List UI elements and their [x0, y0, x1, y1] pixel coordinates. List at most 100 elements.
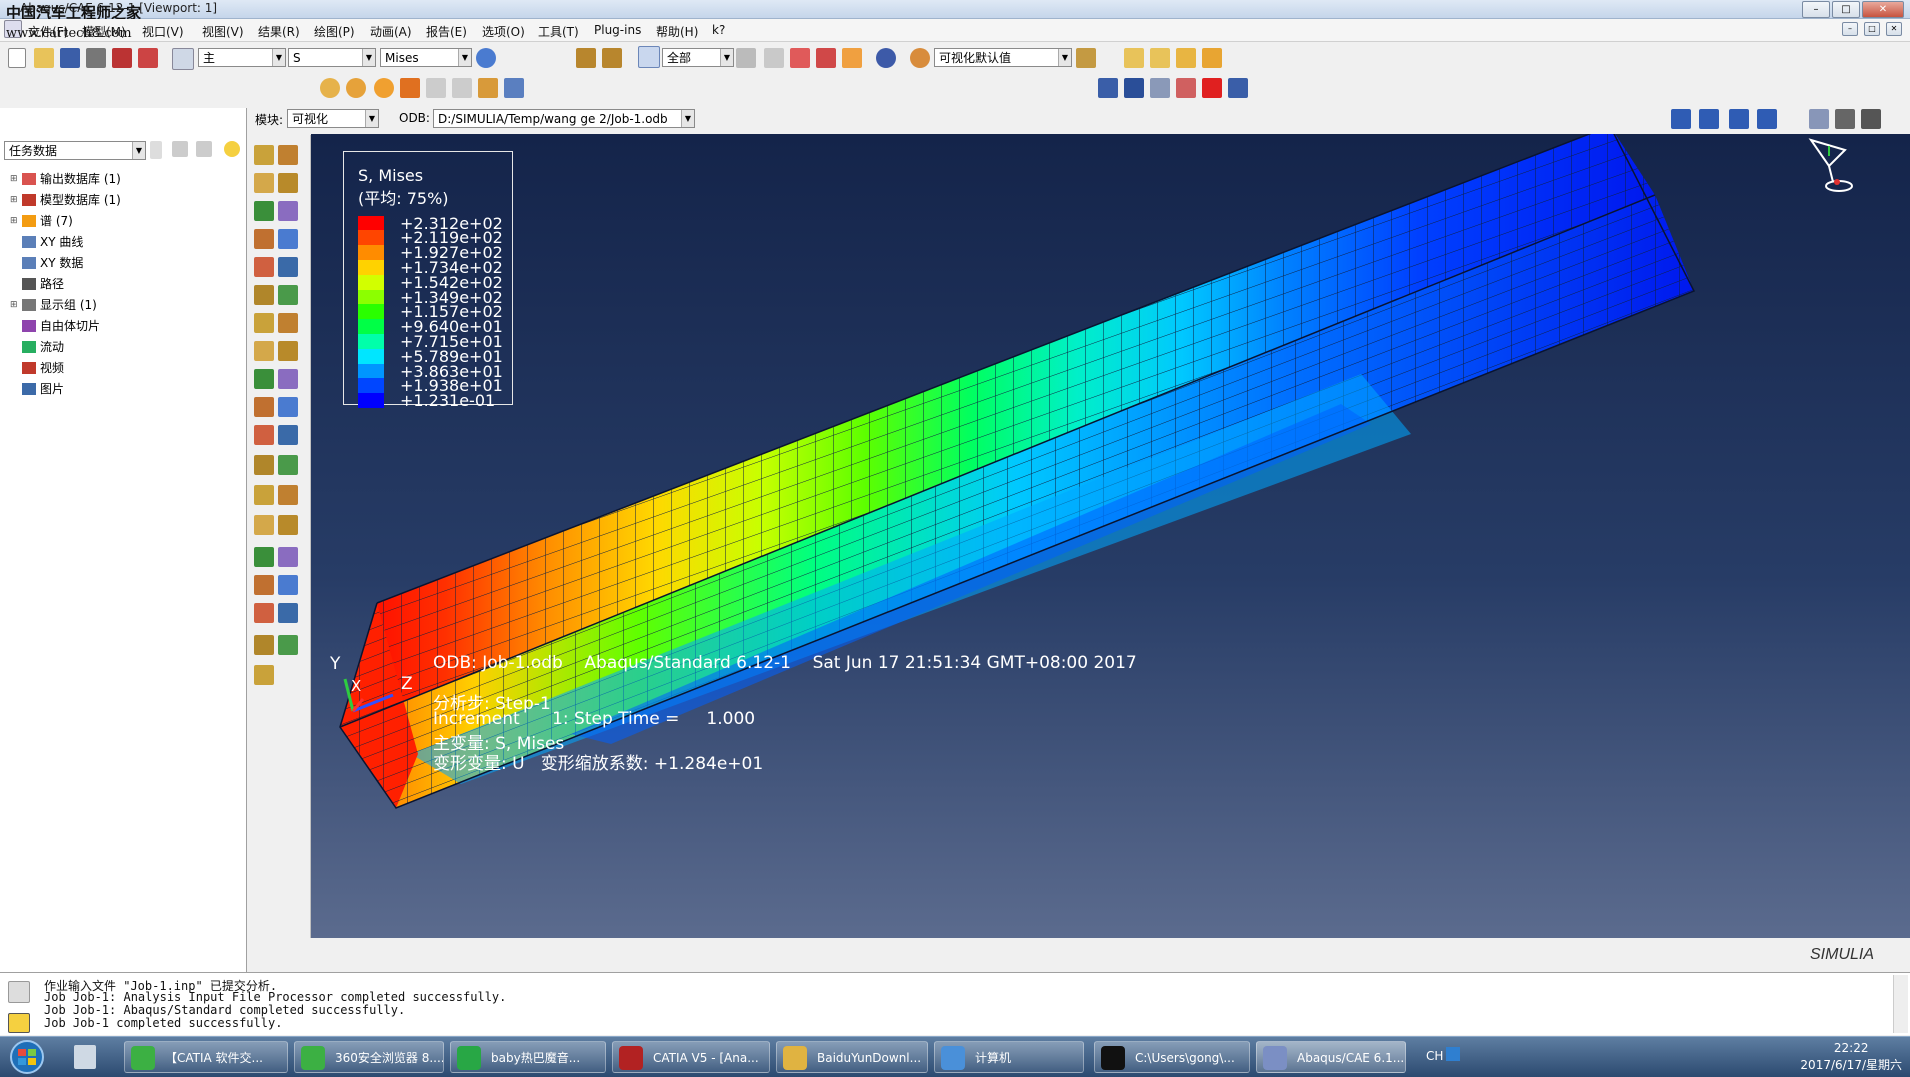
selection-combo[interactable]: 全部 ▼: [662, 48, 734, 67]
menu-results[interactable]: 结果(R): [258, 23, 300, 40]
view-manager-icon[interactable]: [478, 78, 498, 98]
toolbox-tool-icon[interactable]: [278, 635, 298, 655]
menu-help[interactable]: 帮助(H): [656, 23, 698, 40]
copy-viewport-icon[interactable]: [1809, 109, 1829, 129]
toolbox-tool-icon[interactable]: [278, 455, 298, 475]
toolbox-tool-icon[interactable]: [254, 369, 274, 389]
view-right-icon[interactable]: [1202, 48, 1222, 68]
python-console-icon[interactable]: [8, 1013, 30, 1033]
toolbox-tool-icon[interactable]: [254, 397, 274, 417]
toolbox-tool-icon[interactable]: [278, 485, 298, 505]
toolbox-tool-icon[interactable]: [278, 341, 298, 361]
tree-item[interactable]: ⊞ 输出数据库 (1): [10, 170, 121, 188]
toolbox-tool-icon[interactable]: [278, 515, 298, 535]
toolbox-tool-icon[interactable]: [254, 547, 274, 567]
close-button[interactable]: ✕: [1862, 1, 1904, 18]
tree-highlight-icon[interactable]: [224, 141, 240, 157]
first-frame-icon[interactable]: [1671, 109, 1691, 129]
taskbar-task-button[interactable]: Abaqus/CAE 6.1...: [1256, 1041, 1406, 1073]
undo-icon[interactable]: [426, 78, 446, 98]
ruler-icon[interactable]: [576, 48, 596, 68]
view-top-icon[interactable]: [1176, 48, 1196, 68]
mdi-restore-button[interactable]: □: [1864, 22, 1880, 36]
toolbox-tool-icon[interactable]: [278, 201, 298, 221]
last-frame-icon[interactable]: [1757, 109, 1777, 129]
view-front-icon[interactable]: [1150, 48, 1170, 68]
tree-item[interactable]: 自由体切片: [10, 317, 100, 335]
module-combo[interactable]: 可视化 ▼: [287, 109, 379, 128]
fit-view-icon[interactable]: [1202, 78, 1222, 98]
field-output-icon[interactable]: [172, 48, 194, 70]
toolbox-tool-icon[interactable]: [254, 173, 274, 193]
taskbar-task-button[interactable]: 计算机: [934, 1041, 1084, 1073]
menu-plot[interactable]: 绘图(P): [314, 23, 355, 40]
tree-folder-icon[interactable]: [172, 141, 188, 157]
message-tab-icon[interactable]: [8, 981, 30, 1003]
drag-select-icon[interactable]: [816, 48, 836, 68]
toolbox-tool-icon[interactable]: [278, 369, 298, 389]
calculator-icon[interactable]: [74, 1045, 96, 1069]
maximize-button[interactable]: □: [1832, 1, 1860, 18]
multi-select-icon[interactable]: [764, 48, 784, 68]
step-combo[interactable]: 主 ▼: [198, 48, 286, 67]
view-iso-icon[interactable]: [1124, 48, 1144, 68]
toolbox-tool-icon[interactable]: [254, 201, 274, 221]
menu-view[interactable]: 视图(V): [202, 23, 244, 40]
previous-frame-icon[interactable]: [1699, 109, 1719, 129]
toolbox-tool-icon[interactable]: [278, 575, 298, 595]
probe-icon[interactable]: [842, 48, 862, 68]
toolbox-tool-icon[interactable]: [278, 397, 298, 417]
render-options-icon[interactable]: [1076, 48, 1096, 68]
taskbar-task-button[interactable]: baby热巴魔音...: [450, 1041, 606, 1073]
ruler-alt-icon[interactable]: [602, 48, 622, 68]
toolbox-tool-icon[interactable]: [278, 257, 298, 277]
taskbar-task-button[interactable]: 【CATIA 软件交...: [124, 1041, 288, 1073]
tree-item[interactable]: XY 数据: [10, 254, 83, 272]
overlay-icon[interactable]: [320, 78, 340, 98]
field-combo[interactable]: S ▼: [288, 48, 376, 67]
toolbox-tool-icon[interactable]: [278, 547, 298, 567]
clock[interactable]: 22:22 2017/6/17/星期六: [1800, 1040, 1902, 1074]
menu-tools[interactable]: 工具(T): [538, 23, 579, 40]
toolbox-tool-icon[interactable]: [254, 229, 274, 249]
database-save-icon[interactable]: [138, 48, 158, 68]
odb-combo[interactable]: D:/SIMULIA/Temp/wang ge 2/Job-1.odb ▼: [433, 109, 695, 128]
redo-icon[interactable]: [452, 78, 472, 98]
camera-icon[interactable]: [1835, 109, 1855, 129]
toolbox-tool-icon[interactable]: [254, 341, 274, 361]
tree-expand-toggle[interactable]: ⊞: [10, 170, 18, 188]
toolbox-tool-icon[interactable]: [278, 425, 298, 445]
tree-item[interactable]: 图片: [10, 380, 64, 398]
tree-item[interactable]: 路径: [10, 275, 64, 293]
new-file-icon[interactable]: [8, 48, 26, 68]
tree-filter-combo[interactable]: 任务数据 ▼: [4, 141, 146, 160]
minimize-button[interactable]: –: [1802, 1, 1830, 18]
rotate-icon[interactable]: [1124, 78, 1144, 98]
toolbox-tool-icon[interactable]: [254, 665, 274, 685]
toolbox-tool-icon[interactable]: [254, 455, 274, 475]
menu-options[interactable]: 选项(O): [482, 23, 525, 40]
palette-icon[interactable]: [910, 48, 930, 68]
toolbox-tool-icon[interactable]: [254, 485, 274, 505]
toolbox-tool-icon[interactable]: [254, 515, 274, 535]
menu-animate[interactable]: 动画(A): [370, 23, 412, 40]
taskbar-task-button[interactable]: CATIA V5 - [Ana...: [612, 1041, 770, 1073]
tree-item[interactable]: 流动: [10, 338, 64, 356]
menu-context-help[interactable]: k?: [712, 23, 725, 37]
layout-icon[interactable]: [504, 78, 524, 98]
rect-select-icon[interactable]: [790, 48, 810, 68]
tree-item[interactable]: ⊞ 显示组 (1): [10, 296, 97, 314]
toolbox-tool-icon[interactable]: [254, 313, 274, 333]
input-method-icon[interactable]: [1446, 1047, 1460, 1061]
viewport[interactable]: S, Mises (平均: 75%) +2.312e+02 +2.119e+02 +…: [311, 134, 1910, 938]
render-style-combo[interactable]: 可视化默认值 ▼: [934, 48, 1072, 67]
database-red-icon[interactable]: [112, 48, 132, 68]
tree-item[interactable]: 视频: [10, 359, 64, 377]
taskbar-task-button[interactable]: 360安全浏览器 8....: [294, 1041, 444, 1073]
toolbox-tool-icon[interactable]: [278, 313, 298, 333]
toolbox-tool-icon[interactable]: [254, 257, 274, 277]
toolbox-tool-icon[interactable]: [254, 575, 274, 595]
box-select-icon[interactable]: [736, 48, 756, 68]
language-indicator[interactable]: CH: [1426, 1049, 1443, 1063]
sphere-icon[interactable]: [374, 78, 394, 98]
